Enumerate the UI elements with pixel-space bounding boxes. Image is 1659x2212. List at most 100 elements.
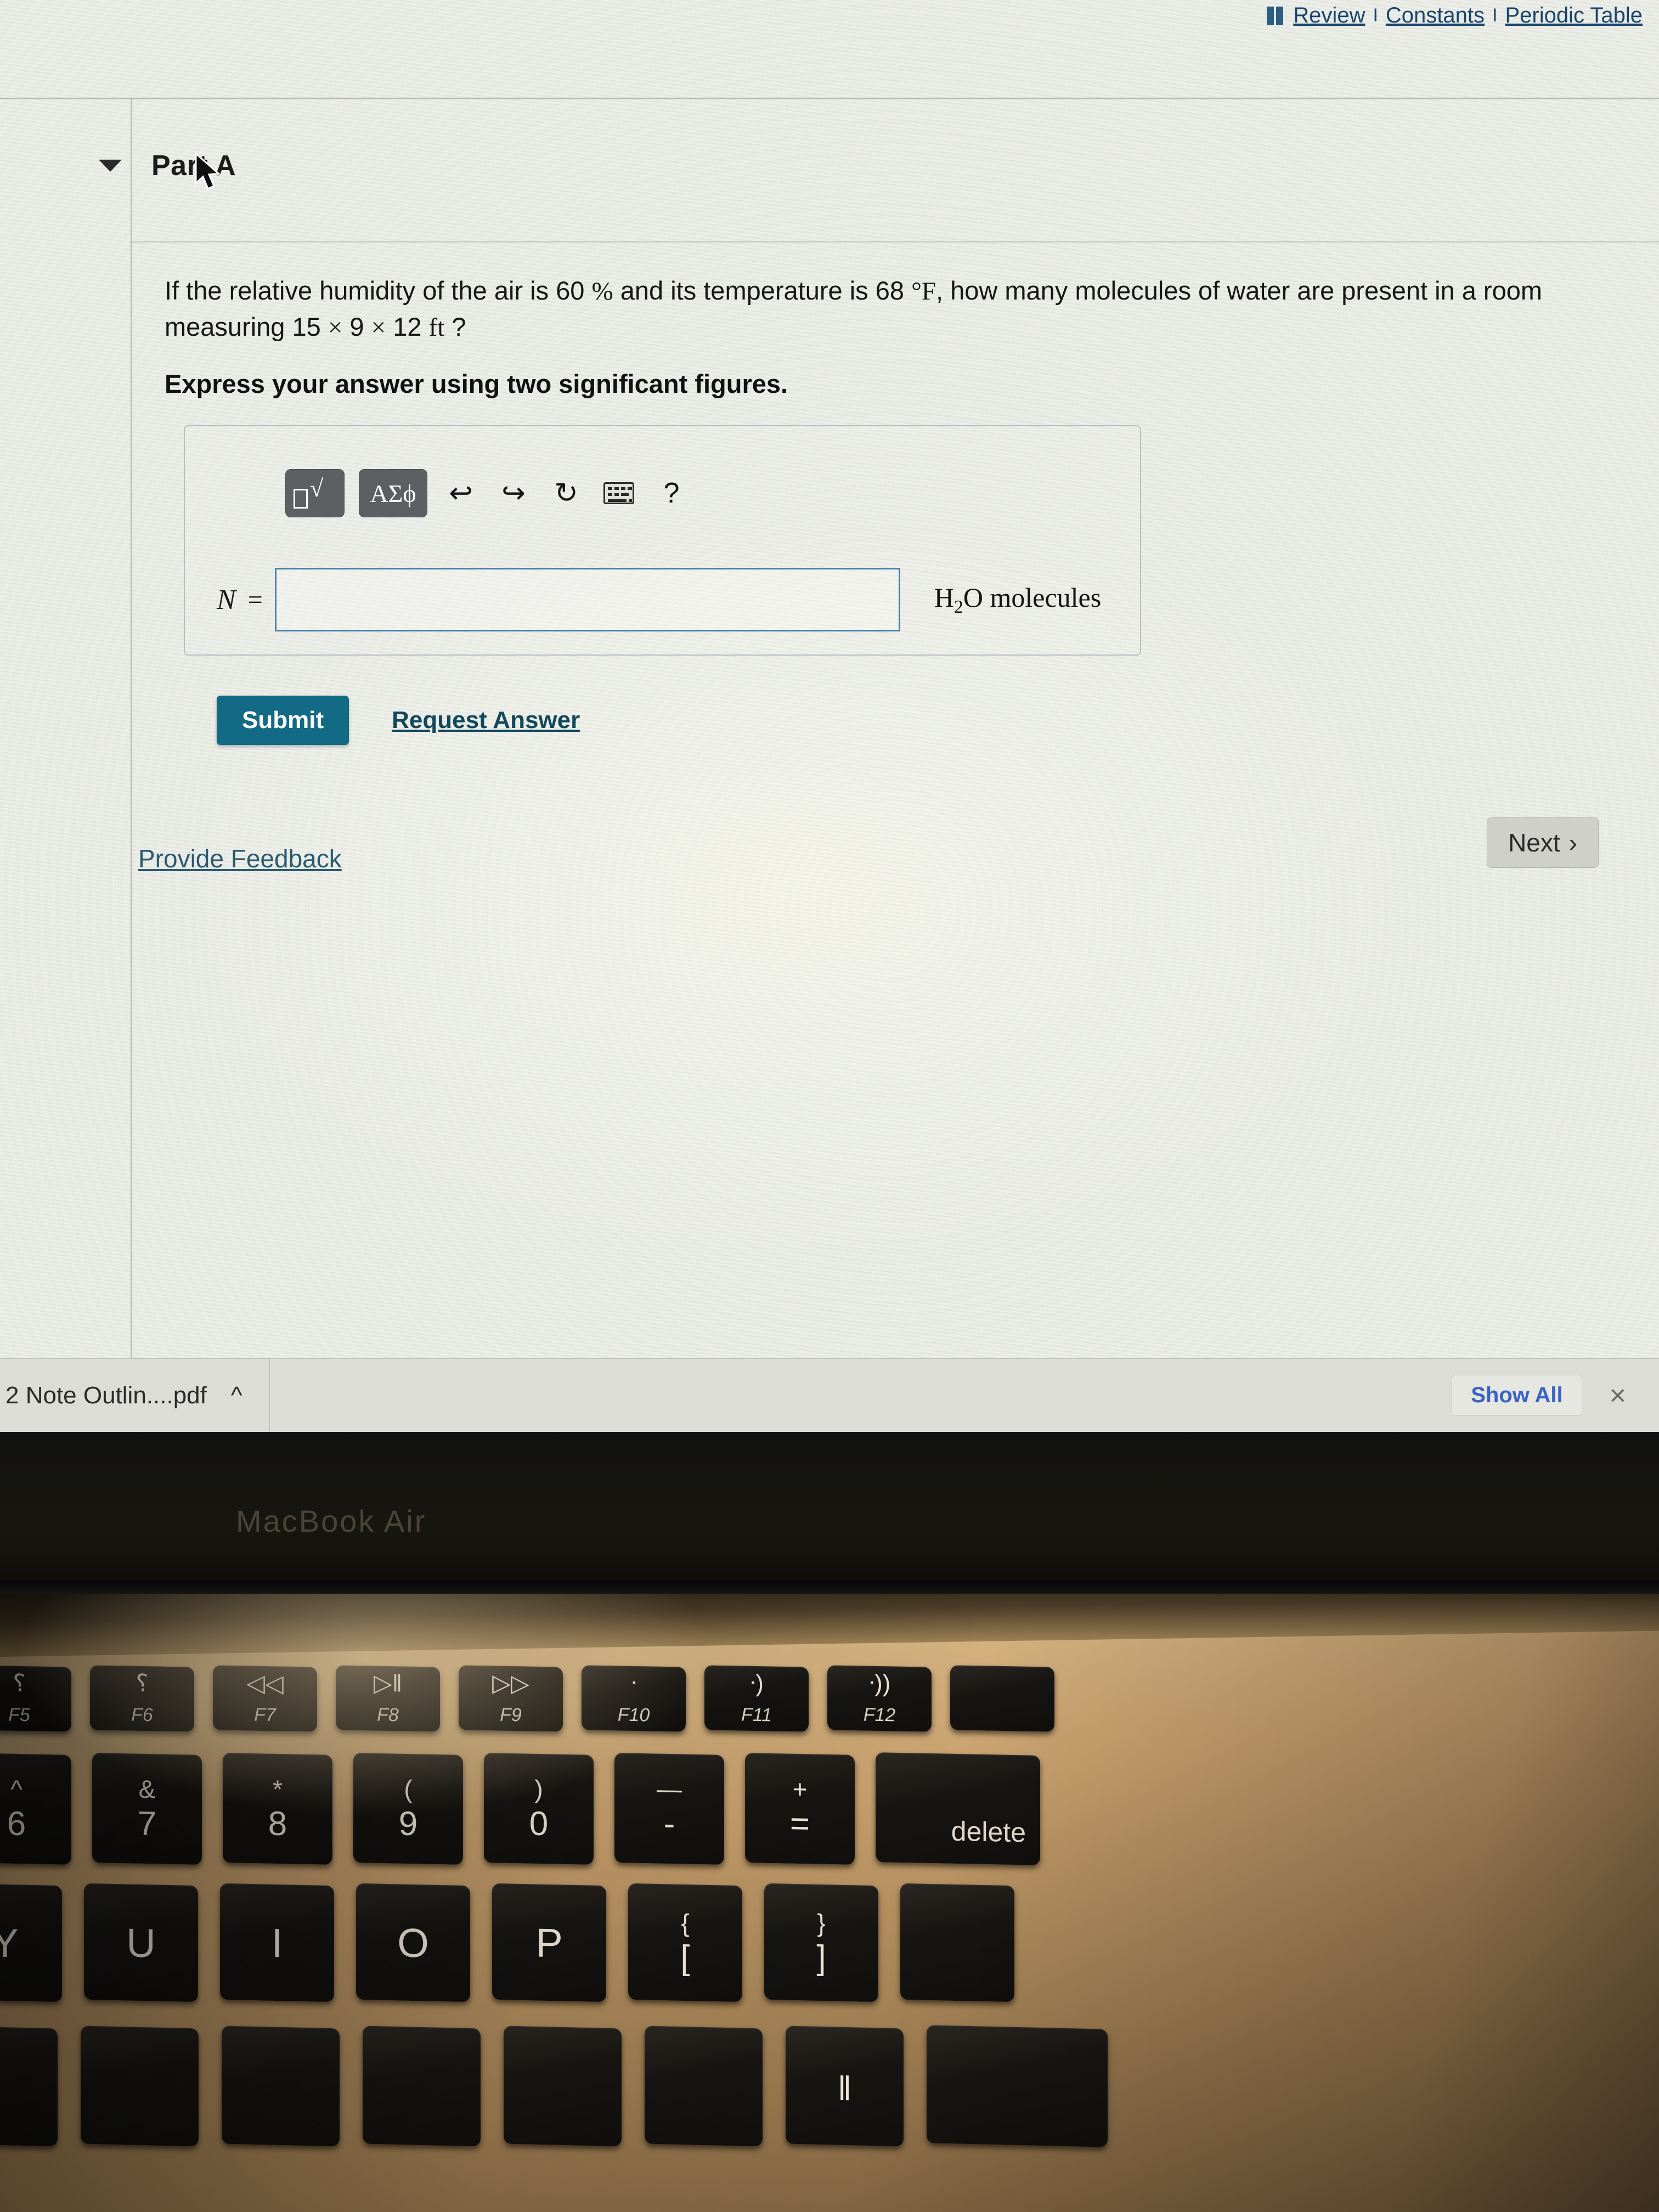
triangle-down-icon[interactable]: [99, 160, 122, 172]
greek-symbols-button[interactable]: ΑΣϕ: [359, 469, 427, 517]
key-f8[interactable]: ▷‖ F8: [336, 1665, 440, 1732]
times-symbol-2: ×: [371, 313, 386, 342]
key-blank[interactable]: [950, 1665, 1054, 1732]
key-upper-label: &: [138, 1774, 156, 1804]
key--[interactable]: — -: [614, 1753, 724, 1865]
key-upper-label: }: [817, 1908, 826, 1938]
dimension-3: 12: [393, 312, 422, 341]
keyboard-icon[interactable]: [600, 474, 638, 512]
number-key-row: ^ 6 & 7 * 8(9) 0— - + = delete: [0, 1752, 1040, 1865]
book-icon: [1267, 6, 1285, 25]
downloads-divider: [268, 1358, 270, 1432]
key-i[interactable]: I: [220, 1883, 334, 2002]
laptop-keyboard: ⸮ F5 ⸮ F6 ◁◁ F7 ▷‖ F8 ▷▷ F9 ᐧ F10 ᐧ) F11 ᐧ)) F12 ^ 6 & 7 * 8…: [0, 1594, 1659, 2212]
key-y[interactable]: Y: [0, 1883, 62, 2002]
download-item[interactable]: 2 Note Outlin....pdf ^: [0, 1358, 242, 1432]
keyboard-deck-edge: [0, 1594, 1659, 1657]
header-divider: [0, 98, 1659, 99]
request-answer-link[interactable]: Request Answer: [392, 707, 580, 734]
key-fn-label: F8: [377, 1704, 399, 1725]
key-lower-label: 8: [268, 1804, 287, 1843]
key-bottom-4[interactable]: [504, 2025, 622, 2147]
percent-symbol: %: [591, 277, 613, 306]
math-template-button[interactable]: √: [285, 469, 345, 517]
review-link[interactable]: Review: [1293, 3, 1365, 28]
next-button[interactable]: Next ›: [1487, 817, 1599, 868]
constants-link[interactable]: Constants: [1386, 3, 1485, 28]
key-upper-label: ): [534, 1774, 543, 1804]
key-lower-label: -: [663, 1804, 675, 1843]
answer-row: N = H2O molecules: [217, 568, 1101, 631]
key-blank[interactable]: [900, 1883, 1014, 2002]
key-f5[interactable]: ⸮ F5: [0, 1665, 71, 1732]
answer-units: H2O molecules: [934, 582, 1102, 617]
key-bottom-1[interactable]: [81, 2025, 199, 2147]
key-9[interactable]: (9: [353, 1753, 463, 1865]
reset-icon[interactable]: ↻: [547, 474, 585, 512]
key-bottom-2[interactable]: [222, 2025, 340, 2147]
help-icon[interactable]: ?: [652, 474, 691, 512]
fast-forward-icon: ▷▷: [492, 1669, 529, 1697]
key-bottom-6[interactable]: ‖: [786, 2025, 904, 2147]
key-fn-label: F11: [741, 1704, 772, 1725]
key-bottom-5[interactable]: [645, 2025, 763, 2147]
key-delete[interactable]: delete: [876, 1752, 1040, 1865]
show-all-button[interactable]: Show All: [1452, 1375, 1582, 1416]
dimension-2: 9: [349, 312, 364, 341]
answer-instruction: Express your answer using two significan…: [165, 369, 788, 398]
question-line2-a: measuring 15: [165, 312, 321, 341]
key-f11[interactable]: ᐧ) F11: [704, 1665, 809, 1732]
download-file-name: 2 Note Outlin....pdf: [5, 1381, 207, 1409]
periodic-table-link[interactable]: Periodic Table: [1505, 3, 1643, 28]
key-f12[interactable]: ᐧ)) F12: [827, 1665, 932, 1732]
key-[[interactable]: {[: [628, 1883, 742, 2002]
key-o[interactable]: O: [356, 1883, 470, 2002]
key-bottom-3[interactable]: [363, 2025, 481, 2147]
keyboard-backlight-low-icon: ⸮: [13, 1669, 26, 1697]
key-lower-label: 7: [137, 1804, 157, 1843]
next-label: Next: [1508, 828, 1560, 857]
key-6[interactable]: ^ 6: [0, 1753, 71, 1865]
sqrt-template-icon: √: [294, 477, 336, 509]
key-f9[interactable]: ▷▷ F9: [459, 1665, 563, 1732]
times-symbol-1: ×: [328, 313, 343, 342]
rewind-icon: ◁◁: [246, 1669, 284, 1697]
function-key-row: ⸮ F5 ⸮ F6 ◁◁ F7 ▷‖ F8 ▷▷ F9 ᐧ F10 ᐧ) F11 ᐧ)) F12: [0, 1665, 1054, 1732]
key-f10[interactable]: ᐧ F10: [582, 1665, 686, 1732]
key-fn-label: F12: [863, 1703, 896, 1726]
key-p[interactable]: P: [492, 1883, 606, 2002]
answer-input[interactable]: [274, 568, 900, 631]
key-f6[interactable]: ⸮ F6: [90, 1665, 194, 1732]
key-lower-label: 6: [7, 1804, 26, 1843]
downloads-actions: Show All ×: [1452, 1375, 1659, 1416]
key-bottom-7[interactable]: [927, 2025, 1108, 2147]
chevron-right-icon: ›: [1568, 828, 1577, 857]
key-u[interactable]: U: [84, 1883, 198, 2002]
key-letter-label: P: [535, 1919, 563, 1966]
undo-icon[interactable]: ↩: [442, 474, 480, 512]
key-f7[interactable]: ◁◁ F7: [213, 1665, 317, 1732]
key-fn-label: F9: [500, 1704, 522, 1725]
key-][interactable]: }]: [764, 1883, 878, 2002]
key-letter-label: O: [397, 1919, 429, 1966]
submit-button[interactable]: Submit: [217, 696, 349, 745]
redo-icon[interactable]: ↪: [494, 474, 533, 512]
key-7[interactable]: & 7: [92, 1753, 202, 1865]
chevron-up-icon[interactable]: ^: [231, 1382, 242, 1409]
mouse-cursor-icon: [195, 153, 221, 190]
math-toolbar: √ ΑΣϕ ↩ ↪ ↻ ?: [285, 469, 691, 517]
unit-feet: ft: [428, 313, 445, 342]
key-=[interactable]: + =: [745, 1753, 855, 1865]
key-0[interactable]: ) 0: [484, 1753, 594, 1865]
key-bottom-0[interactable]: [0, 2025, 58, 2147]
key-8[interactable]: * 8: [223, 1753, 332, 1865]
key-upper-label: —: [657, 1774, 682, 1804]
question-line1-b: and its temperature is 68: [620, 276, 904, 305]
provide-feedback-link[interactable]: Provide Feedback: [138, 844, 342, 873]
header-links: Review I Constants I Periodic Table: [1267, 3, 1643, 28]
close-icon[interactable]: ×: [1610, 1381, 1626, 1410]
question-line1-a: If the relative humidity of the air is 6…: [165, 276, 585, 305]
keyboard-backlight-high-icon: ⸮: [136, 1669, 149, 1697]
key-lower-label: =: [789, 1804, 810, 1843]
key-fn-label: F7: [254, 1704, 276, 1725]
